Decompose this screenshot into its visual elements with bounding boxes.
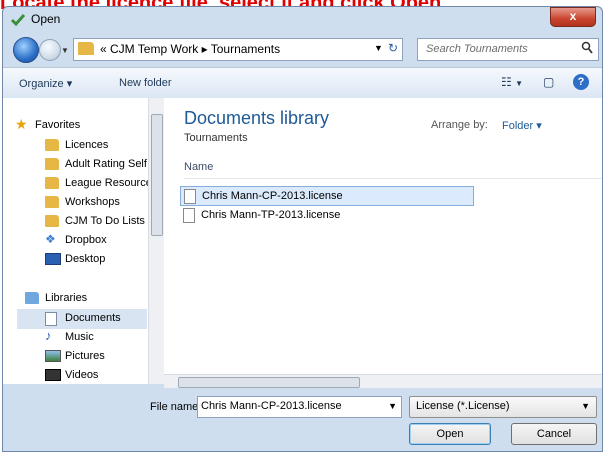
view-options-icon[interactable]: ☷ ▼: [501, 75, 523, 89]
file-name-input[interactable]: Chris Mann-CP-2013.license ▼: [197, 396, 402, 418]
preview-pane-icon[interactable]: ▢: [543, 75, 554, 89]
pictures-icon: [45, 350, 61, 362]
arrange-by-label: Arrange by:: [431, 119, 488, 131]
libraries-icon: [25, 292, 39, 304]
file-name-label: File name:: [150, 401, 202, 413]
music-icon: ♪: [45, 328, 52, 343]
title-bar: Open x: [3, 7, 602, 33]
dropbox-icon: ❖: [45, 232, 56, 246]
file-list-pane: Documents library Tournaments Arrange by…: [164, 98, 602, 374]
folder-icon: [45, 196, 59, 208]
dialog-footer: File name: Chris Mann-CP-2013.license ▼ …: [3, 388, 602, 451]
nav-scrollbar[interactable]: [148, 98, 164, 384]
new-folder-button[interactable]: New folder: [119, 77, 172, 89]
folder-icon: [78, 42, 94, 55]
desktop-icon: [45, 253, 61, 265]
command-toolbar: Organize ▾ New folder ☷ ▼ ▢ ?: [3, 67, 602, 99]
arrange-by-dropdown[interactable]: Folder ▾: [502, 119, 542, 132]
recent-dropdown-icon[interactable]: ▼: [61, 46, 69, 55]
chevron-down-icon: ▼: [581, 401, 590, 411]
column-header-name[interactable]: Name: [184, 156, 602, 179]
breadcrumb[interactable]: « CJM Temp Work ▸ Tournaments: [100, 42, 280, 56]
folder-icon: [45, 177, 59, 189]
open-button[interactable]: Open: [409, 423, 491, 445]
document-icon: [183, 208, 195, 223]
forward-arrow-icon[interactable]: [39, 39, 61, 61]
dialog-title: Open: [31, 12, 61, 26]
file-name-dropdown-icon[interactable]: ▼: [388, 401, 397, 411]
search-placeholder: Search Tournaments: [426, 43, 528, 55]
horizontal-scrollbar[interactable]: [164, 374, 602, 389]
navigation-pane: ★ Favorites Licences Adult Rating Self L…: [3, 98, 164, 384]
folder-icon: [45, 215, 59, 227]
back-arrow-icon[interactable]: [13, 37, 39, 63]
star-icon: ★: [15, 116, 28, 132]
file-type-select[interactable]: License (*.License) ▼: [409, 396, 597, 418]
close-button[interactable]: x: [550, 7, 596, 27]
address-row: ▼ « CJM Temp Work ▸ Tournaments ▼ ↻ Sear…: [3, 33, 602, 65]
horizontal-scroll-thumb[interactable]: [178, 377, 360, 388]
folder-icon: [45, 158, 59, 170]
cancel-button[interactable]: Cancel: [511, 423, 597, 445]
library-subtitle: Tournaments: [184, 132, 248, 144]
videos-icon: [45, 369, 61, 381]
search-input[interactable]: Search Tournaments: [417, 38, 599, 61]
open-dialog: Open x ▼ « CJM Temp Work ▸ Tournaments ▼…: [2, 6, 603, 452]
search-icon[interactable]: [581, 41, 593, 55]
folder-icon: [45, 139, 59, 151]
nav-scroll-thumb[interactable]: [151, 114, 163, 236]
address-bar[interactable]: « CJM Temp Work ▸ Tournaments ▼ ↻: [73, 38, 403, 61]
library-title: Documents library: [184, 108, 330, 128]
sidebar-item-documents[interactable]: Documents: [17, 309, 147, 329]
refresh-icon[interactable]: ↻: [388, 41, 398, 55]
file-row-tp-2013[interactable]: Chris Mann-TP-2013.license: [180, 206, 472, 224]
help-icon[interactable]: ?: [573, 74, 589, 90]
documents-icon: [45, 312, 57, 326]
organize-button[interactable]: Organize ▾: [19, 77, 72, 90]
app-check-icon: [11, 14, 25, 27]
address-dropdown-icon[interactable]: ▼: [374, 43, 383, 53]
document-icon: [184, 189, 196, 204]
file-row-cp-2013[interactable]: Chris Mann-CP-2013.license: [180, 186, 474, 206]
